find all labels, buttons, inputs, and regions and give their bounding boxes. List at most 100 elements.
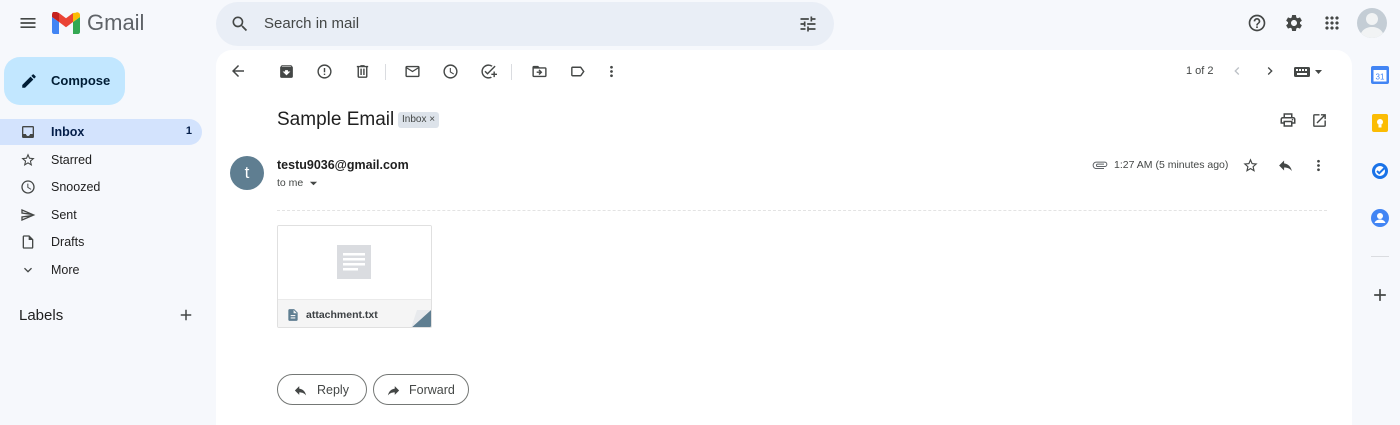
plus-icon [1374, 289, 1386, 301]
search-input[interactable]: Search in mail [264, 15, 359, 32]
newer-button[interactable] [1221, 55, 1253, 87]
clock-icon [20, 179, 36, 195]
report-icon [316, 63, 332, 79]
star-icon [1242, 157, 1258, 172]
more-vert-icon [609, 65, 613, 77]
file-icon [288, 309, 298, 321]
gear-icon [1286, 14, 1302, 31]
trash-icon [356, 64, 368, 78]
compose-label: Compose [51, 73, 111, 88]
get-addons-button[interactable] [1364, 279, 1396, 311]
account-avatar[interactable] [1357, 8, 1387, 38]
toolbar-divider [385, 64, 386, 80]
star-button[interactable] [1234, 149, 1266, 181]
reply-button[interactable]: Reply [277, 374, 367, 405]
search-bar[interactable]: Search in mail [216, 2, 834, 46]
reply-icon [1278, 160, 1292, 171]
sidebar-item-label: Drafts [51, 235, 85, 249]
calendar-icon: 31 [1371, 66, 1389, 84]
toolbar-divider [511, 64, 512, 80]
caret-down-icon [310, 181, 318, 186]
sender-email[interactable]: testu9036@gmail.com [277, 158, 409, 172]
pagination-count: 1 of 2 [1186, 65, 1214, 77]
search-options-icon[interactable] [798, 14, 818, 34]
labels-button[interactable] [561, 55, 593, 87]
remove-label-icon[interactable]: × [429, 114, 435, 125]
sidebar-item-drafts[interactable]: Drafts [0, 229, 202, 255]
create-label-button[interactable] [170, 299, 202, 331]
archive-icon [279, 64, 293, 78]
contacts-icon [1371, 209, 1389, 227]
gmail-logo[interactable] [52, 12, 80, 34]
sidebar-item-snoozed[interactable]: Snoozed [0, 174, 202, 200]
search-icon[interactable] [230, 14, 250, 34]
message-view: 1 of 2 Sample Email Inbox × t testu9036@… [216, 50, 1352, 425]
delete-button[interactable] [346, 55, 378, 87]
keyboard-icon [1294, 67, 1322, 77]
chevron-left-icon [1234, 67, 1240, 75]
label-chip-text: Inbox [402, 114, 427, 125]
attachment-card[interactable]: attachment.txt [277, 225, 432, 328]
print-icon [1280, 113, 1296, 127]
sender-avatar[interactable]: t [230, 156, 264, 190]
calendar-button[interactable]: 31 [1364, 59, 1396, 91]
forward-icon [387, 386, 400, 396]
inbox-label-chip[interactable]: Inbox × [398, 112, 440, 128]
print-button[interactable] [1272, 104, 1304, 136]
report-spam-button[interactable] [308, 55, 340, 87]
keep-button[interactable] [1364, 107, 1396, 139]
sidebar-item-label: Starred [51, 153, 92, 167]
hamburger-menu-icon [20, 18, 36, 28]
chevron-right-icon [1267, 67, 1273, 75]
clock-icon [442, 63, 458, 79]
sidebar-item-label: More [51, 263, 80, 277]
main-menu-button[interactable] [12, 7, 44, 39]
more-vert-icon [1316, 159, 1320, 171]
move-to-button[interactable] [523, 55, 555, 87]
recipient-details[interactable]: to me [277, 177, 318, 189]
sidebar-item-label: Inbox [51, 125, 85, 139]
archive-button[interactable] [270, 55, 302, 87]
settings-button[interactable] [1278, 7, 1310, 39]
sidebar-item-more[interactable]: More [0, 257, 202, 283]
draft-icon [20, 234, 36, 250]
reply-icon-button[interactable] [1269, 149, 1301, 181]
tasks-icon [1372, 163, 1388, 179]
body-divider [277, 210, 1327, 211]
plus-icon [180, 309, 192, 321]
sidebar-item-sent[interactable]: Sent [0, 202, 202, 228]
add-to-tasks-button[interactable] [472, 55, 504, 87]
mark-unread-button[interactable] [396, 55, 428, 87]
help-icon [1248, 14, 1266, 32]
label-icon [570, 66, 585, 76]
labels-heading: Labels [19, 307, 64, 324]
forward-button[interactable]: Forward [373, 374, 469, 405]
apps-button[interactable] [1316, 7, 1348, 39]
attachment-indicator-icon [1092, 157, 1108, 173]
input-tools-button[interactable] [1292, 63, 1326, 81]
gmail-wordmark: Gmail [87, 10, 145, 35]
message-more-button[interactable] [1302, 149, 1334, 181]
inbox-unread-count: 1 [185, 125, 192, 137]
sidebar-item-starred[interactable]: Starred [0, 147, 202, 173]
more-options-button[interactable] [595, 55, 627, 87]
document-preview-icon [337, 245, 371, 279]
attachment-footer: attachment.txt [278, 299, 431, 327]
attachment-preview [278, 226, 431, 299]
svg-text:31: 31 [1376, 73, 1385, 82]
contacts-button[interactable] [1364, 202, 1396, 234]
tasks-button[interactable] [1364, 155, 1396, 187]
sidebar-item-label: Sent [51, 208, 77, 222]
chevron-down-icon [20, 262, 36, 278]
email-timestamp: 1:27 AM (5 minutes ago) [1114, 159, 1229, 171]
snooze-button[interactable] [434, 55, 466, 87]
sidebar-item-inbox[interactable]: Inbox 1 [0, 119, 202, 145]
page-fold-icon [411, 310, 431, 327]
gmail-logo-icon [52, 12, 80, 34]
compose-button[interactable]: Compose [4, 57, 125, 105]
older-button[interactable] [1254, 55, 1286, 87]
apps-grid-icon [1325, 16, 1339, 30]
help-button[interactable] [1241, 7, 1273, 39]
open-in-new-window-button[interactable] [1303, 104, 1335, 136]
back-button[interactable] [222, 55, 254, 87]
